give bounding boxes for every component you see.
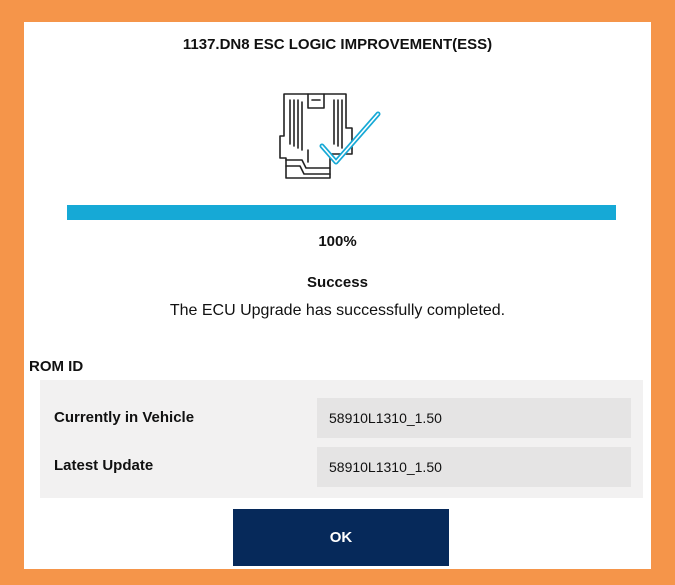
currently-in-vehicle-value: 58910L1310_1.50 [317, 398, 631, 438]
ecu-check-icon [272, 88, 392, 188]
upgrade-result-dialog: 1137.DN8 ESC LOGIC IMPROVEMENT(ESS) 100%… [24, 22, 651, 569]
progress-percent: 100% [318, 233, 357, 250]
latest-update-value: 58910L1310_1.50 [317, 447, 631, 487]
ok-button[interactable]: OK [233, 509, 449, 566]
status-message: The ECU Upgrade has successfully complet… [169, 302, 506, 319]
upgrade-progress-fill [67, 205, 616, 220]
status-heading: Success [307, 274, 368, 291]
dialog-title: 1137.DN8 ESC LOGIC IMPROVEMENT(ESS) [182, 36, 493, 53]
latest-update-label: Latest Update [54, 457, 154, 474]
dialog-frame: 1137.DN8 ESC LOGIC IMPROVEMENT(ESS) 100%… [0, 0, 675, 585]
rom-id-panel: Currently in Vehicle 58910L1310_1.50 Lat… [40, 380, 643, 498]
upgrade-progress-bar [67, 205, 616, 220]
currently-in-vehicle-label: Currently in Vehicle [54, 409, 195, 426]
rom-id-label: ROM ID [29, 358, 84, 375]
